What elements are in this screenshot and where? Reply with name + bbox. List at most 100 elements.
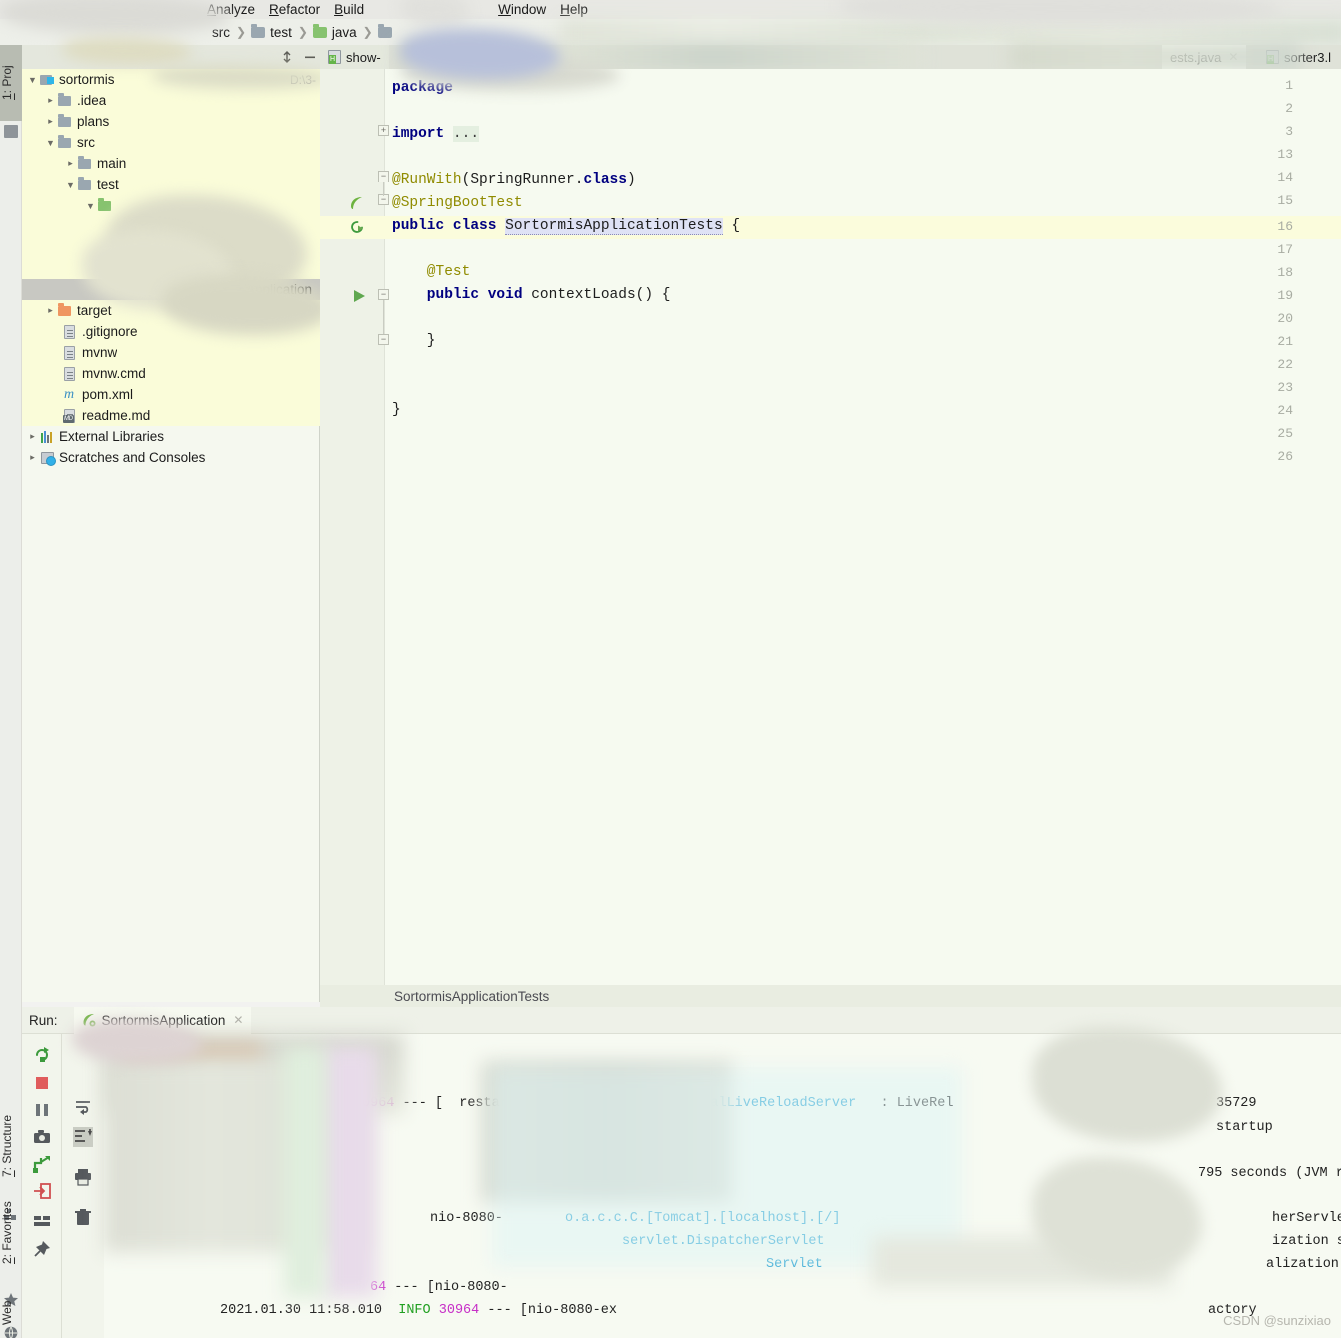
tree-item-mvnw-cmd[interactable]: mvnw.cmd: [22, 363, 320, 384]
pause-icon[interactable]: [32, 1100, 52, 1120]
tree-item-label: sApplication: [239, 282, 312, 297]
breadcrumb-label: test: [270, 24, 292, 40]
thread-dump-icon[interactable]: [32, 1154, 52, 1174]
menu-refactor[interactable]: Refactor: [262, 0, 327, 19]
tree-item-readme-md[interactable]: MD readme.md: [22, 405, 320, 426]
source-folder-icon: [97, 197, 113, 213]
run-test-class-icon[interactable]: [348, 219, 366, 237]
print-icon[interactable]: [73, 1167, 93, 1187]
code-editor[interactable]: 1 2 3 13 14 15 16 17 18 19 20 21 22 23 2…: [320, 29, 1341, 985]
chevron-down-icon[interactable]: ▼: [64, 180, 77, 190]
tree-item-label: mvnw.cmd: [82, 366, 146, 381]
breadcrumb-item-package[interactable]: [377, 23, 397, 38]
editor-breadcrumb[interactable]: SortormisApplicationTests: [320, 985, 1341, 1007]
chevron-right-icon[interactable]: ▸: [44, 305, 57, 316]
run-tab-sortormis-application[interactable]: SortormisApplication ✕: [73, 1006, 252, 1034]
chevron-right-icon: ❯: [362, 25, 373, 39]
line-number: 14: [1277, 170, 1293, 185]
tree-item-external-libraries[interactable]: ▸ External Libraries: [22, 426, 320, 447]
chevron-right-icon[interactable]: ▸: [26, 431, 39, 442]
fold-collapse-icon[interactable]: −: [378, 334, 389, 345]
wrap-text-icon[interactable]: [73, 1097, 93, 1117]
tree-item-hidden-1[interactable]: [22, 216, 320, 237]
breadcrumb-item-test[interactable]: test: [251, 23, 292, 40]
sidebar-tab-project[interactable]: 1: Proj: [0, 45, 22, 121]
tree-item-src[interactable]: ▼ src: [22, 132, 320, 153]
collapse-all-icon[interactable]: [280, 50, 294, 64]
fold-collapse-icon[interactable]: −: [378, 289, 389, 300]
spring-leaf-icon[interactable]: [349, 195, 365, 211]
folder-icon: [251, 23, 266, 38]
export-icon[interactable]: [32, 1181, 52, 1201]
close-icon[interactable]: ✕: [233, 1013, 243, 1027]
close-icon[interactable]: ✕: [1228, 50, 1238, 64]
tree-item-hidden-3[interactable]: [22, 258, 320, 279]
pin-icon[interactable]: [32, 1239, 52, 1259]
rerun-icon[interactable]: [32, 1045, 52, 1065]
menu-analyze[interactable]: AAnalyzenalyze: [200, 0, 262, 19]
fold-expand-icon[interactable]: +: [378, 125, 389, 136]
chevron-right-icon: ❯: [297, 25, 308, 39]
file-icon: [62, 366, 78, 381]
console-line: 0964 --- [ restartedMain] o.s.b.d.a.Opti…: [362, 1096, 954, 1111]
ide-window: AAnalyzenalyze Refactor Build Window Hel…: [0, 0, 1341, 1338]
chevron-down-icon[interactable]: ▼: [44, 138, 57, 148]
tree-item-selected-test-class[interactable]: sApplication: [22, 279, 320, 300]
editor-tab-sorter3[interactable]: sorter3.l: [1258, 45, 1339, 69]
tree-item-scratches[interactable]: ▸ Scratches and Consoles: [22, 447, 320, 468]
chevron-right-icon[interactable]: ▸: [44, 116, 57, 127]
tree-item-main[interactable]: ▸ main: [22, 153, 320, 174]
console-line: 64 --- [nio-8080-: [370, 1280, 508, 1295]
layout-settings-icon[interactable]: [32, 1210, 52, 1230]
hide-panel-icon[interactable]: [303, 50, 317, 64]
tree-item-label: plans: [77, 114, 110, 129]
line-number: 26: [1277, 449, 1293, 464]
spring-boot-icon: [82, 1013, 96, 1027]
tree-item-label: target: [77, 303, 112, 318]
tree-item-target[interactable]: ▸ target: [22, 300, 320, 321]
sidebar-tab-favorites[interactable]: 2: Favorites: [0, 1175, 22, 1291]
package-icon: [377, 23, 392, 38]
tree-item-test[interactable]: ▼ test: [22, 174, 320, 195]
console-line: 940 IN: [270, 1166, 327, 1181]
tree-item-pom-xml[interactable]: m pom.xml: [22, 384, 320, 405]
tree-item-java-source[interactable]: ▼: [22, 195, 320, 216]
tree-item-plans[interactable]: ▸ plans: [22, 111, 320, 132]
menu-build[interactable]: Build: [327, 0, 371, 19]
breadcrumb: src ❯ test ❯ java ❯: [212, 23, 397, 40]
run-method-icon[interactable]: [351, 288, 367, 304]
console-line: 2021.01.30 11:58.010 INFO 30964 --- [nio…: [220, 1303, 617, 1318]
console-line: 35729: [1216, 1096, 1257, 1111]
menu-help[interactable]: Help: [553, 0, 595, 19]
markdown-icon: MD: [62, 408, 78, 423]
breadcrumb-item-java[interactable]: java: [312, 23, 357, 40]
console-output[interactable]: 0964 --- [ restartedMain] o.s.b.d.a.Opti…: [104, 1034, 1341, 1338]
console-line: Servlet: [766, 1257, 823, 1272]
menu-window[interactable]: Window: [491, 0, 553, 19]
chevron-down-icon[interactable]: ▼: [26, 75, 39, 85]
folder-icon: [57, 113, 73, 129]
chevron-down-icon[interactable]: ▼: [84, 201, 97, 211]
java-file-icon: [1266, 50, 1279, 64]
stop-icon[interactable]: [32, 1073, 52, 1093]
chevron-right-icon[interactable]: ▸: [26, 452, 39, 463]
chevron-right-icon[interactable]: ▸: [44, 95, 57, 106]
module-icon: [39, 73, 55, 87]
breadcrumb-item-src[interactable]: src: [212, 25, 230, 40]
line-number: 1: [1285, 78, 1293, 93]
editor-tab-label: show-: [346, 49, 381, 65]
tree-item-gitignore[interactable]: .gitignore: [22, 321, 320, 342]
tree-item-idea[interactable]: ▸ .idea: [22, 90, 320, 111]
fold-collapse-icon[interactable]: −: [378, 171, 389, 182]
tree-item-root[interactable]: ▼ sortormis D:\3-: [22, 69, 320, 90]
camera-icon[interactable]: [32, 1127, 52, 1147]
tree-item-label: mvnw: [82, 345, 118, 360]
editor-tab-tests-java[interactable]: ests.java ✕: [1162, 45, 1247, 69]
tree-item-mvnw[interactable]: mvnw: [22, 342, 320, 363]
tree-item-hidden-2[interactable]: [22, 237, 320, 258]
code-line-15: @SpringBootTest: [392, 195, 523, 211]
editor-tab-show[interactable]: show-: [320, 45, 389, 69]
scroll-to-end-icon[interactable]: [73, 1127, 93, 1147]
chevron-right-icon[interactable]: ▸: [64, 158, 77, 169]
trash-icon[interactable]: [73, 1207, 93, 1227]
